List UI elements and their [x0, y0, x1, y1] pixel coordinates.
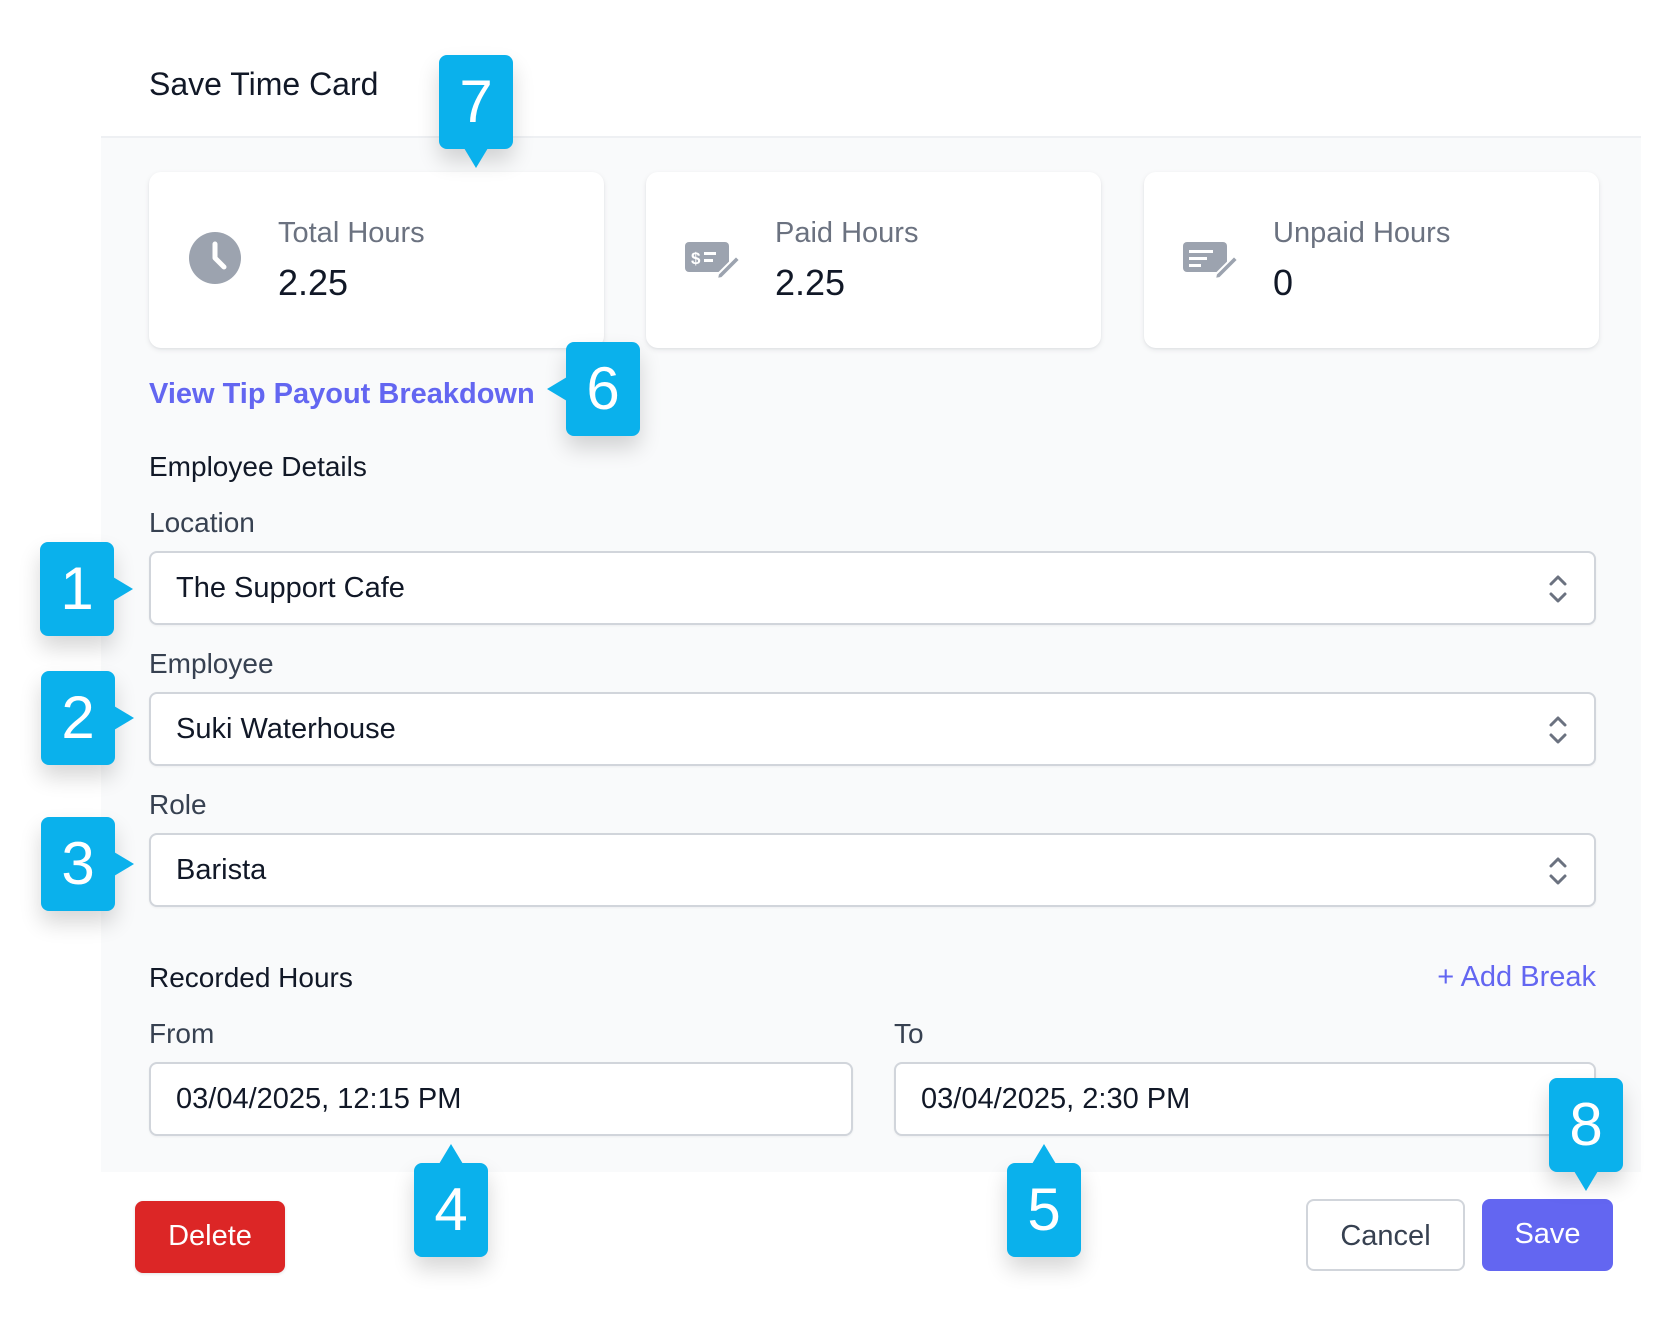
- callout-badge-4: 4: [414, 1144, 488, 1257]
- from-label: From: [149, 1018, 215, 1049]
- to-datetime-value: 03/04/2025, 2:30 PM: [921, 1083, 1191, 1115]
- employee-label: Employee: [149, 648, 274, 679]
- svg-text:$: $: [691, 249, 701, 268]
- from-datetime-input[interactable]: 03/04/2025, 12:15 PM: [149, 1062, 853, 1136]
- to-label: To: [894, 1018, 924, 1049]
- callout-badge-5: 5: [1007, 1144, 1081, 1257]
- employee-details-title: Employee Details: [149, 451, 367, 482]
- stat-label: Paid Hours: [775, 217, 919, 249]
- tip-payout-breakdown-link[interactable]: View Tip Payout Breakdown: [149, 378, 535, 411]
- stat-label: Total Hours: [278, 217, 425, 249]
- location-select[interactable]: The Support Cafe: [149, 551, 1596, 625]
- stat-card-paid-hours: $ Paid Hours 2.25: [646, 172, 1101, 348]
- stat-value: 2.25: [775, 262, 846, 303]
- chevron-up-down-icon: [1549, 575, 1567, 603]
- chevron-up-down-icon: [1549, 857, 1567, 885]
- role-value: Barista: [176, 854, 267, 886]
- add-break-link[interactable]: + Add Break: [1437, 961, 1596, 994]
- callout-badge-8: 8: [1549, 1078, 1623, 1191]
- stat-card-unpaid-hours: Unpaid Hours 0: [1144, 172, 1599, 348]
- employee-value: Suki Waterhouse: [176, 713, 396, 745]
- callout-badge-1: 1: [40, 542, 133, 636]
- recorded-hours-title: Recorded Hours: [149, 962, 353, 993]
- delete-button[interactable]: Delete: [135, 1201, 285, 1273]
- from-datetime-value: 03/04/2025, 12:15 PM: [176, 1083, 462, 1115]
- stat-label: Unpaid Hours: [1273, 217, 1451, 249]
- location-value: The Support Cafe: [176, 572, 405, 604]
- chevron-up-down-icon: [1549, 716, 1567, 744]
- paid-ticket-icon: $: [685, 242, 740, 281]
- to-datetime-input[interactable]: 03/04/2025, 2:30 PM: [894, 1062, 1596, 1136]
- employee-select[interactable]: Suki Waterhouse: [149, 692, 1596, 766]
- role-select[interactable]: Barista: [149, 833, 1596, 907]
- cancel-button[interactable]: Cancel: [1306, 1199, 1465, 1271]
- modal-title: Save Time Card: [149, 66, 379, 102]
- save-button[interactable]: Save: [1482, 1199, 1613, 1271]
- unpaid-ticket-icon: [1183, 242, 1238, 281]
- callout-badge-3: 3: [41, 817, 134, 911]
- location-label: Location: [149, 507, 255, 538]
- callout-badge-7: 7: [439, 55, 513, 168]
- role-label: Role: [149, 789, 207, 820]
- clock-icon: [189, 232, 241, 284]
- callout-badge-6: 6: [547, 342, 640, 436]
- stat-value: 0: [1273, 262, 1294, 303]
- stat-card-total-hours: Total Hours 2.25: [149, 172, 604, 348]
- callout-badge-2: 2: [41, 671, 134, 765]
- stat-value: 2.25: [278, 262, 349, 303]
